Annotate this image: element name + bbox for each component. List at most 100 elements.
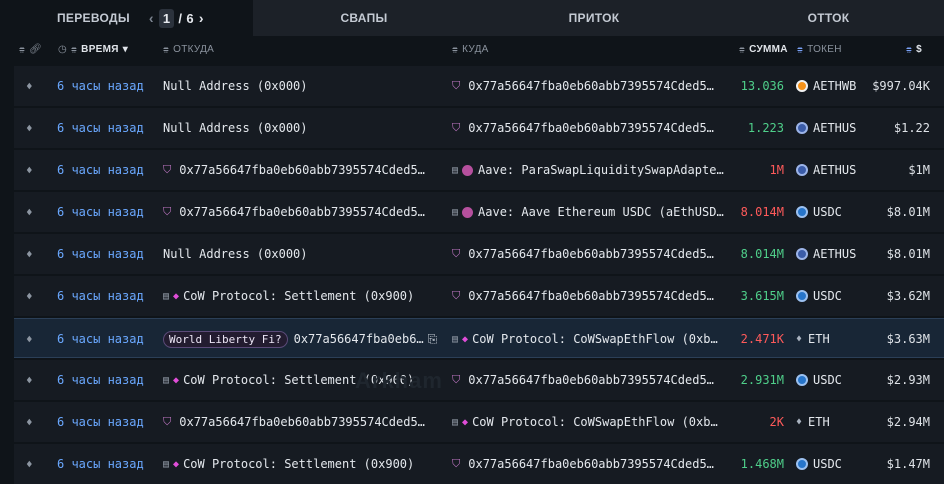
table-row[interactable]: ♦ 6 часы назад ▤ ◆ CoW Protocol: Settlemen…: [14, 276, 944, 316]
row-to[interactable]: ⛉ 0x77a56647fba0eb60abb7395574Cded5…: [452, 276, 732, 316]
row-from[interactable]: ⛉ 0x77a56647fba0eb60abb7395574Cded5…: [163, 402, 438, 442]
clock-icon: ◷: [58, 44, 68, 55]
table-row[interactable]: ♦ 6 часы назад ⛉ 0x77a56647fba0eb60abb739…: [14, 150, 944, 190]
row-from[interactable]: Null Address (0x000): [163, 108, 438, 148]
row-token[interactable]: ♦ ETH: [796, 402, 830, 442]
row-time[interactable]: 6 часы назад: [57, 360, 144, 400]
tab-inflow[interactable]: ПРИТОК: [475, 0, 713, 36]
table-row[interactable]: ♦ 6 часы назад ⛉ 0x77a56647fba0eb60abb739…: [14, 192, 944, 232]
row-from[interactable]: Null Address (0x000): [163, 234, 438, 274]
row-from[interactable]: World Liberty Fi? 0x77a56647fba0eb6… ⎘: [163, 319, 448, 359]
row-to[interactable]: ⛉ 0x77a56647fba0eb60abb7395574Cded5…: [452, 444, 732, 484]
row-usd: $2.94M: [886, 415, 930, 429]
cow-protocol-icon: ◆: [462, 416, 469, 428]
tab-transfers[interactable]: ПЕРЕВОДЫ ‹ 1 / 6 ›: [0, 0, 253, 36]
row-token[interactable]: AETHUS: [796, 150, 856, 190]
table-row[interactable]: ♦ 6 часы назад Null Address (0x000) ⛉ 0x7…: [14, 108, 944, 148]
shield-icon: ⛉: [452, 247, 461, 260]
filter-icon[interactable]: ⩷: [739, 44, 745, 55]
filter-icon[interactable]: ⩷: [452, 44, 458, 55]
row-time[interactable]: 6 часы назад: [57, 319, 144, 359]
row-time[interactable]: 6 часы назад: [57, 234, 144, 274]
row-time[interactable]: 6 часы назад: [57, 108, 144, 148]
row-from-label: 0x77a56647fba0eb60abb7395574Cded5…: [179, 205, 425, 219]
table-row[interactable]: ♦ 6 часы назад ▤ ◆ CoW Protocol: Settlemen…: [14, 360, 944, 400]
row-token[interactable]: USDC: [796, 276, 842, 316]
row-from-label: 0x77a56647fba0eb60abb7395574Cded5…: [179, 415, 425, 429]
ethereum-icon: ♦: [26, 289, 33, 303]
table-row[interactable]: ♦ 6 часы назад ▤ ◆ CoW Protocol: Settlemen…: [14, 444, 944, 484]
row-time[interactable]: 6 часы назад: [57, 276, 144, 316]
filter-link-control[interactable]: ⩷ 🔗︎: [19, 44, 46, 55]
filter-icon[interactable]: ⩷: [71, 44, 77, 55]
shield-icon: ⛉: [452, 289, 461, 302]
row-time[interactable]: 6 часы назад: [57, 150, 144, 190]
row-to[interactable]: ⛉ 0x77a56647fba0eb60abb7395574Cded5…: [452, 108, 732, 148]
chevron-left-icon[interactable]: ‹: [144, 10, 159, 26]
row-to[interactable]: ⛉ 0x77a56647fba0eb60abb7395574Cded5…: [452, 66, 732, 106]
row-token[interactable]: AETHUS: [796, 108, 856, 148]
row-from-label: CoW Protocol: Settlement (0x900): [183, 289, 415, 303]
column-amount-label: СУММА: [749, 44, 788, 55]
row-from[interactable]: ▤ ◆ CoW Protocol: Settlement (0x900): [163, 276, 438, 316]
row-time[interactable]: 6 часы назад: [57, 66, 144, 106]
row-from[interactable]: Null Address (0x000): [163, 66, 438, 106]
row-usd: $1M: [908, 163, 930, 177]
row-from[interactable]: ⛉ 0x77a56647fba0eb60abb7395574Cded5…: [163, 150, 438, 190]
row-usd: $2.93M: [886, 373, 930, 387]
entity-tag[interactable]: World Liberty Fi?: [163, 330, 288, 348]
row-token[interactable]: USDC: [796, 360, 842, 400]
column-time[interactable]: ◷ ⩷ ВРЕМЯ ▾: [58, 44, 128, 55]
row-token-label: ETH: [808, 415, 830, 429]
row-token[interactable]: USDC: [796, 444, 842, 484]
row-time[interactable]: 6 часы назад: [57, 192, 144, 232]
column-amount[interactable]: ⩷ СУММА: [739, 44, 788, 55]
tab-outflow[interactable]: ОТТОК: [713, 0, 944, 36]
row-token[interactable]: AETHWB: [796, 66, 856, 106]
document-icon: ▤: [163, 458, 170, 470]
filter-icon[interactable]: ⩷: [163, 44, 169, 55]
filter-icon[interactable]: ⩷: [19, 44, 25, 55]
filter-icon[interactable]: ⩷: [797, 44, 803, 55]
table-row[interactable]: ♦ 6 часы назад ⛉ 0x77a56647fba0eb60abb739…: [14, 402, 944, 442]
ethereum-icon: ♦: [26, 205, 33, 219]
row-from[interactable]: ▤ ◆ CoW Protocol: Settlement (0x900): [163, 444, 438, 484]
row-usd: $3.62M: [886, 289, 930, 303]
column-from[interactable]: ⩷ ОТКУДА: [163, 44, 214, 55]
table-row[interactable]: ♦ 6 часы назад Null Address (0x000) ⛉ 0x7…: [14, 66, 944, 106]
row-to[interactable]: ▤ Aave: ParaSwapLiquiditySwapAdapte…: [452, 150, 732, 190]
cow-protocol-icon: ◆: [173, 290, 180, 302]
row-to[interactable]: ⛉ 0x77a56647fba0eb60abb7395574Cded5…: [452, 360, 732, 400]
row-to[interactable]: ▤ ◆ CoW Protocol: CoWSwapEthFlow (0xb…: [452, 319, 732, 359]
link-icon[interactable]: 🔗︎: [29, 44, 42, 55]
column-from-label: ОТКУДА: [173, 44, 215, 55]
column-to[interactable]: ⩷ КУДА: [452, 44, 489, 55]
ethereum-icon: ♦: [26, 415, 33, 429]
table-row[interactable]: ♦ 6 часы назад Null Address (0x000) ⛉ 0x7…: [14, 234, 944, 274]
filter-icon[interactable]: ⩷: [906, 44, 912, 55]
row-to[interactable]: ⛉ 0x77a56647fba0eb60abb7395574Cded5…: [452, 234, 732, 274]
sort-down-icon[interactable]: ▾: [123, 44, 128, 55]
row-to[interactable]: ▤ ◆ CoW Protocol: CoWSwapEthFlow (0xb…: [452, 402, 732, 442]
cow-protocol-icon: ◆: [173, 458, 180, 470]
shield-icon: ⛉: [163, 205, 172, 218]
row-token[interactable]: USDC: [796, 192, 842, 232]
token-aethus-icon: [796, 248, 808, 260]
column-token[interactable]: ⩷ ТОКЕН: [797, 44, 842, 55]
token-eth-icon: ♦: [796, 333, 803, 345]
table-row-highlighted[interactable]: ♦ 6 часы назад World Liberty Fi? 0x77a566…: [14, 318, 944, 358]
row-time[interactable]: 6 часы назад: [57, 402, 144, 442]
arkham-watermark: Arkham: [355, 368, 443, 393]
row-usd: $997.04K: [872, 79, 930, 93]
row-to[interactable]: ▤ Aave: Aave Ethereum USDC (aEthUSD…: [452, 192, 732, 232]
row-from[interactable]: ⛉ 0x77a56647fba0eb60abb7395574Cded5…: [163, 192, 438, 232]
tab-swaps[interactable]: СВАПЫ: [253, 0, 475, 36]
column-usd[interactable]: ⩷ $: [906, 44, 922, 55]
row-token[interactable]: AETHUS: [796, 234, 856, 274]
row-amount: 3.615M: [740, 289, 784, 303]
row-token[interactable]: ♦ ETH: [796, 319, 830, 359]
row-to-label: 0x77a56647fba0eb60abb7395574Cded5…: [468, 121, 714, 135]
chevron-right-icon[interactable]: ›: [194, 10, 209, 26]
row-time[interactable]: 6 часы назад: [57, 444, 144, 484]
copy-icon[interactable]: ⎘: [428, 332, 438, 347]
